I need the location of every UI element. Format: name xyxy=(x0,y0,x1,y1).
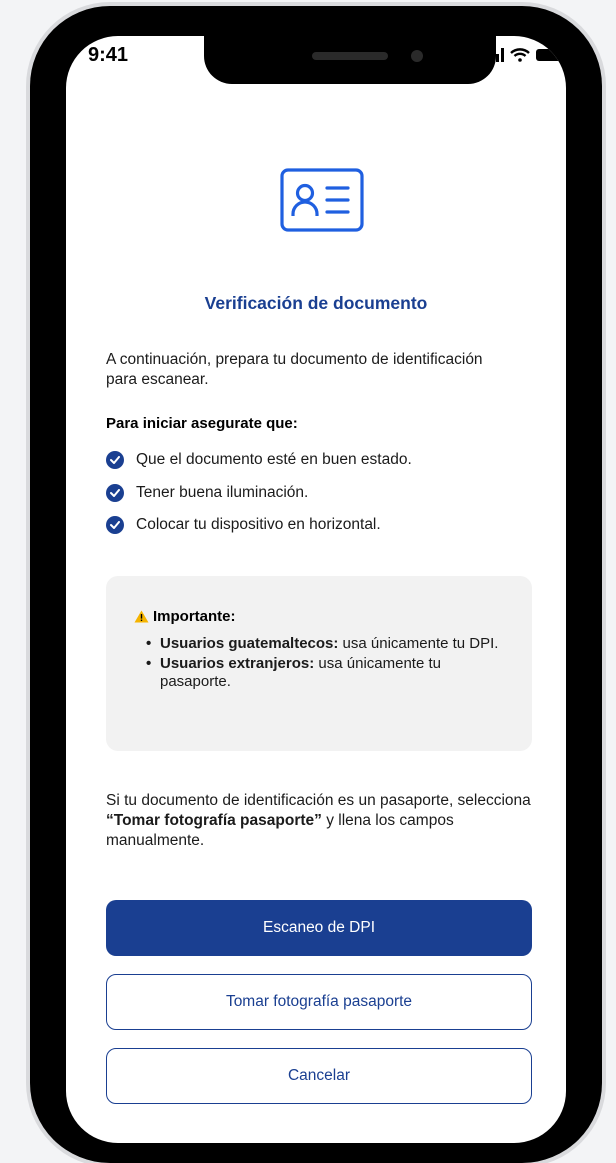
scan-dpi-button[interactable]: Escaneo de DPI xyxy=(106,900,532,956)
status-icons xyxy=(496,48,562,62)
notice-item-bold: Usuarios extranjeros: xyxy=(160,655,315,672)
notice-item-text: usa únicamente tu DPI. xyxy=(338,635,499,652)
checklist: Que el documento esté en buen estado. Te… xyxy=(106,450,526,548)
important-notice: Importante: Usuarios guatemaltecos: usa … xyxy=(106,576,532,751)
check-circle-icon xyxy=(106,516,124,534)
notice-item: Usuarios extranjeros: usa únicamente tu … xyxy=(146,655,516,691)
screen: 9:41 Verificación de documento A continu… xyxy=(66,36,566,1143)
notch xyxy=(204,36,496,84)
passport-note-bold: “Tomar fotografía pasaporte” xyxy=(106,812,322,829)
checklist-item-label: Colocar tu dispositivo en horizontal. xyxy=(136,516,381,533)
checklist-item: Colocar tu dispositivo en horizontal. xyxy=(106,515,526,535)
check-circle-icon xyxy=(106,483,124,502)
status-bar: 9:41 xyxy=(66,36,566,92)
check-circle-icon xyxy=(106,451,124,469)
warning-icon xyxy=(134,610,149,623)
passport-photo-button[interactable]: Tomar fotografía pasaporte xyxy=(106,974,532,1030)
checklist-item-label: Que el documento esté en buen estado. xyxy=(136,451,412,468)
passport-note-before: Si tu documento de identificación es un … xyxy=(106,792,531,809)
signal-icon xyxy=(496,48,504,62)
notice-heading-label: Importante: xyxy=(153,608,236,625)
checklist-heading: Para iniciar asegurate que: xyxy=(106,415,298,432)
notice-item: Usuarios guatemaltecos: usa únicamente t… xyxy=(146,635,516,653)
status-time: 9:41 xyxy=(88,44,129,66)
wifi-icon xyxy=(510,48,530,62)
notice-heading: Importante: xyxy=(134,608,508,625)
phone-frame: 9:41 Verificación de documento A continu… xyxy=(30,6,602,1163)
page-title: Verificación de documento xyxy=(204,293,428,313)
notice-list: Usuarios guatemaltecos: usa únicamente t… xyxy=(134,635,508,691)
speaker xyxy=(312,52,388,60)
checklist-item: Que el documento esté en buen estado. xyxy=(106,450,526,470)
front-camera xyxy=(411,50,423,62)
passport-note: Si tu documento de identificación es un … xyxy=(106,791,536,851)
id-card-icon xyxy=(280,168,364,232)
cancel-button[interactable]: Cancelar xyxy=(106,1048,532,1104)
intro-text: A continuación, prepara tu documento de … xyxy=(106,351,483,388)
checklist-item-label: Tener buena iluminación. xyxy=(136,483,309,501)
checklist-item: Tener buena iluminación. xyxy=(106,483,526,503)
battery-icon xyxy=(536,49,562,61)
notice-item-bold: Usuarios guatemaltecos: xyxy=(160,635,339,652)
